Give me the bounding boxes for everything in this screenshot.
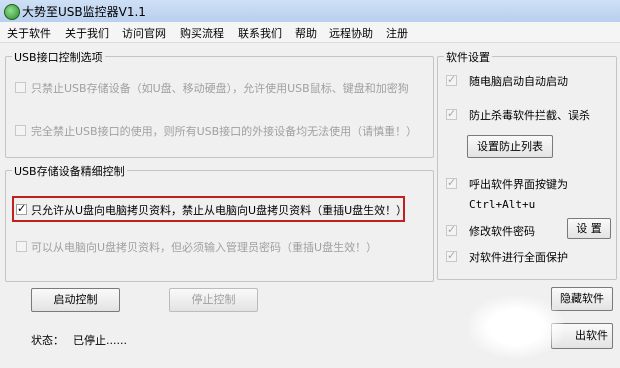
menu-purchase[interactable]: 购买流程 (180, 25, 224, 41)
stop-control-button[interactable]: 停止控制 (169, 288, 258, 312)
checkbox-block-all-usb[interactable] (15, 125, 26, 136)
menu-about-us[interactable]: 关于我们 (65, 25, 109, 41)
option-change-password: 修改软件密码 (469, 225, 535, 238)
checkbox-full-protection[interactable] (446, 249, 457, 262)
option-block-all-usb: 完全禁止USB接口的使用，则所有USB接口的外接设备均无法使用（请慎重！） (31, 125, 418, 138)
status-value: 已停止...... (73, 334, 127, 347)
group-title: USB接口控制选项 (12, 49, 105, 65)
checkbox-hotkey[interactable] (446, 176, 457, 189)
checkbox-block-storage-only[interactable] (15, 82, 26, 93)
option-hotkey: 呼出软件界面按键为 (469, 178, 568, 191)
checkbox-password-write[interactable] (16, 241, 27, 252)
usb-port-control-group: USB接口控制选项 (5, 49, 434, 158)
option-full-protection: 对软件进行全面保护 (469, 251, 568, 264)
checkbox-change-password[interactable] (446, 223, 457, 236)
window-title: 大势至USB监控器V1.1 (22, 5, 146, 19)
menu-help[interactable]: 帮助 (295, 25, 317, 41)
title-bar[interactable]: 大势至USB监控器V1.1 (0, 0, 620, 23)
start-control-button[interactable]: 启动控制 (31, 288, 120, 312)
group-title: 软件设置 (444, 49, 492, 65)
app-icon (4, 4, 20, 20)
menu-visit-site[interactable]: 访问官网 (122, 25, 166, 41)
option-read-only-usb: 只允许从U盘向电脑拷贝资料，禁止从电脑向U盘拷贝资料（重插U盘生效！） (31, 204, 408, 217)
checkbox-read-only-usb[interactable] (16, 202, 27, 215)
watermark-blur (468, 296, 564, 358)
checkbox-anti-kill[interactable] (446, 107, 457, 120)
menu-register[interactable]: 注册 (386, 25, 408, 41)
menu-about-software[interactable]: 关于软件 (7, 25, 51, 41)
option-password-write: 可以从电脑向U盘拷贝资料，但必须输入管理员密码（重插U盘生效！） (31, 241, 378, 254)
option-auto-start: 随电脑启动自动启动 (469, 75, 568, 88)
status-label: 状态： (31, 334, 64, 347)
hotkey-value: Ctrl+Alt+u (469, 198, 536, 211)
group-title: USB存储设备精细控制 (12, 163, 127, 179)
menu-remote-assist[interactable]: 远程协助 (329, 25, 373, 41)
option-anti-kill: 防止杀毒软件拦截、误杀 (469, 109, 590, 122)
usb-storage-control-group: USB存储设备精细控制 (5, 163, 434, 282)
checkbox-auto-start[interactable] (446, 73, 457, 86)
password-set-button[interactable]: 设 置 (567, 218, 611, 239)
menu-contact-us[interactable]: 联系我们 (238, 25, 282, 41)
software-settings-group: 软件设置 (437, 49, 617, 280)
set-prevent-list-button[interactable]: 设置防止列表 (467, 135, 553, 158)
option-block-storage-only: 只禁止USB存储设备（如U盘、移动硬盘），允许使用USB鼠标、键盘和加密狗 (31, 82, 409, 95)
menu-bar: 关于软件 关于我们 访问官网 购买流程 联系我们 帮助 远程协助 注册 (0, 22, 620, 43)
